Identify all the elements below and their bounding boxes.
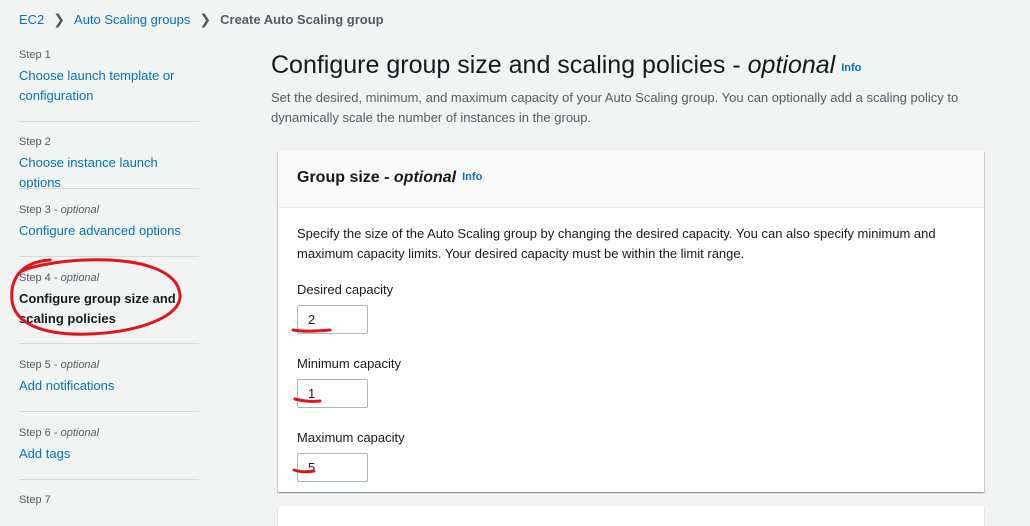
- step-link-add-notifications[interactable]: Add notifications: [19, 376, 199, 396]
- group-size-description: Specify the size of the Auto Scaling gro…: [297, 226, 936, 261]
- chevron-right-icon: ❯: [199, 11, 212, 27]
- panel-body: Specify the size of the Auto Scaling gro…: [278, 208, 984, 482]
- group-size-info-link[interactable]: Info: [462, 171, 482, 183]
- minimum-capacity-input[interactable]: [297, 379, 368, 408]
- main-content: Configure group size and scaling policie…: [271, 48, 991, 128]
- divider: [19, 343, 199, 344]
- divider: [19, 121, 199, 122]
- divider: [19, 411, 199, 412]
- page-description: Set the desired, minimum, and maximum ca…: [271, 90, 959, 125]
- step-label: Step 5 - optional: [19, 359, 100, 371]
- step-label: Step 6 - optional: [19, 427, 100, 439]
- breadcrumb-current: Create Auto Scaling group: [220, 12, 384, 27]
- divider: [19, 188, 199, 189]
- step-label: Step 1: [19, 49, 51, 61]
- breadcrumb: EC2 ❯ Auto Scaling groups ❯ Create Auto …: [19, 11, 384, 28]
- breadcrumb-auto-scaling-groups-link[interactable]: Auto Scaling groups: [74, 12, 190, 27]
- step-label: Step 3 - optional: [19, 204, 100, 216]
- step-label: Step 7: [19, 494, 51, 506]
- step-label: Step 4 - optional: [19, 272, 100, 284]
- next-panel-edge: [278, 506, 984, 526]
- step-link-add-tags[interactable]: Add tags: [19, 444, 199, 464]
- panel-header: Group size - optional Info: [278, 151, 984, 208]
- desired-capacity-label: Desired capacity: [297, 282, 394, 297]
- step-link-choose-launch-template[interactable]: Choose launch template or configuration: [19, 66, 199, 106]
- desired-capacity-input[interactable]: [297, 305, 368, 334]
- maximum-capacity-input[interactable]: [297, 453, 368, 482]
- wizard-step-4: Step 4 - optional Configure group size a…: [19, 271, 199, 329]
- maximum-capacity-field: Maximum capacity: [297, 429, 965, 482]
- divider: [19, 479, 199, 480]
- minimum-capacity-field: Minimum capacity: [297, 355, 965, 408]
- breadcrumb-ec2-link[interactable]: EC2: [19, 12, 44, 27]
- group-size-title: Group size - optional Info: [297, 169, 483, 186]
- group-size-panel: Group size - optional Info Specify the si…: [278, 151, 984, 492]
- step-label: Step 2: [19, 136, 51, 148]
- page-info-link[interactable]: Info: [841, 62, 861, 74]
- maximum-capacity-label: Maximum capacity: [297, 430, 405, 445]
- wizard-step-6: Step 6 - optional Add tags: [19, 426, 199, 464]
- wizard-step-5: Step 5 - optional Add notifications: [19, 358, 199, 396]
- wizard-step-3: Step 3 - optional Configure advanced opt…: [19, 203, 199, 241]
- wizard-step-1: Step 1 Choose launch template or configu…: [19, 48, 199, 106]
- step-link-choose-instance-launch-options[interactable]: Choose instance launch options: [19, 153, 199, 193]
- minimum-capacity-label: Minimum capacity: [297, 356, 402, 371]
- wizard-step-7: Step 7: [19, 493, 199, 507]
- step-link-configure-advanced-options[interactable]: Configure advanced options: [19, 221, 199, 241]
- desired-capacity-field: Desired capacity: [297, 281, 965, 334]
- chevron-right-icon: ❯: [53, 11, 66, 27]
- wizard-step-2: Step 2 Choose instance launch options: [19, 135, 199, 193]
- divider: [19, 256, 199, 257]
- page-title: Configure group size and scaling policie…: [271, 51, 862, 79]
- step-current-configure-group-size: Configure group size and scaling policie…: [19, 291, 176, 326]
